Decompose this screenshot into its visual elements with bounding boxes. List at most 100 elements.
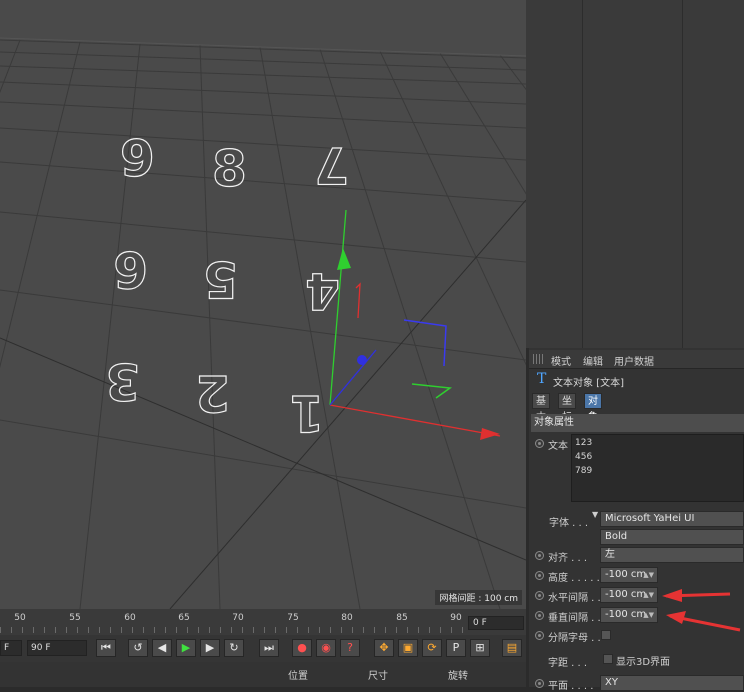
dropdown-arrow-icon[interactable]: ▼ [592, 510, 598, 519]
font-style-field[interactable]: Bold [600, 529, 744, 545]
keyframe-selection-button[interactable]: ? [340, 639, 360, 657]
column-divider [582, 0, 583, 348]
attribute-manager: 模式 编辑 用户数据 T 文本对象 [文本] 基本 坐标 对象 对象属性 文本 … [529, 348, 744, 692]
annotation-arrows [662, 589, 741, 632]
vspace-label: 垂直间隔 . . [548, 613, 601, 624]
menu-edit[interactable]: 编辑 [583, 353, 603, 368]
digit-4: 4 [305, 262, 340, 320]
z-axis-line [329, 349, 377, 406]
next-key-button[interactable]: ↻ [224, 639, 244, 657]
tick-label: 55 [69, 613, 81, 623]
hspace-field[interactable]: -100 cm ▲▼ [600, 587, 658, 603]
spinner-icon[interactable]: ▲▼ [643, 568, 654, 582]
show3d-label: 显示3D界面 [616, 657, 671, 668]
text-anim-radio[interactable] [535, 439, 544, 448]
spinner-icon[interactable]: ▲▼ [643, 608, 654, 622]
y-axis-arrowhead [337, 248, 351, 270]
digit-8: 8 [212, 140, 247, 198]
param-key-button[interactable]: P [446, 639, 466, 657]
tick-label: 90 [450, 613, 462, 623]
rotate-key-button[interactable]: ⟳ [422, 639, 442, 657]
align-anim-radio[interactable] [535, 551, 544, 560]
grid-key-button[interactable]: ⊞ [470, 639, 490, 657]
text-line-2: 456 [575, 452, 593, 462]
tick-label: 70 [232, 613, 244, 623]
height-value: -100 cm [605, 569, 647, 580]
axis-gizmo[interactable] [329, 209, 501, 440]
coord-position-header: 位置 [288, 671, 308, 682]
current-frame-field[interactable]: 0 F [468, 616, 524, 630]
viewport-scene: 9 8 7 6 5 4 3 2 1 [0, 37, 526, 609]
end-frame-field[interactable]: 90 F [27, 640, 87, 656]
kerning-label: 字距 . . . [548, 658, 588, 669]
menu-userdata[interactable]: 用户数据 [614, 353, 654, 368]
x-axis-arrowhead [480, 428, 500, 440]
digit-2: 2 [195, 364, 230, 422]
column-divider [682, 0, 683, 348]
tab-object[interactable]: 对象 [584, 393, 602, 423]
split-checkbox[interactable] [601, 630, 611, 640]
show3d-checkbox[interactable] [603, 654, 613, 664]
section-header: 对象属性 [531, 414, 744, 432]
tab-basic[interactable]: 基本 [532, 393, 550, 423]
plane-select[interactable]: XY [600, 675, 744, 691]
text-object-icon: T [537, 371, 547, 387]
digit-7: 7 [314, 136, 349, 194]
hspace-label: 水平间隔 . . [548, 593, 601, 604]
move-key-button[interactable]: ✥ [374, 639, 394, 657]
text-line-1: 123 [575, 438, 593, 448]
autokey-button[interactable]: ◉ [316, 639, 336, 657]
goto-start-button[interactable]: ⏮ [96, 639, 116, 657]
digit-1: 1 [289, 384, 324, 442]
height-anim-radio[interactable] [535, 571, 544, 580]
start-frame-field[interactable]: F [0, 640, 22, 656]
film-icon[interactable]: ▤ [502, 639, 522, 657]
tick-label: 50 [14, 613, 26, 623]
scale-key-button[interactable]: ▣ [398, 639, 418, 657]
coord-size-header: 尺寸 [368, 671, 388, 682]
ground-grid [0, 37, 526, 609]
align-select[interactable]: 左 [600, 547, 744, 563]
vspace-field[interactable]: -100 cm ▲▼ [600, 607, 658, 623]
text-label: 文本 [548, 441, 568, 452]
object-manager-panel[interactable] [526, 0, 744, 348]
3d-viewport[interactable]: 9 8 7 6 5 4 3 2 1 网格间距 : 100 cm [0, 0, 526, 609]
coord-rotation-header: 旋转 [448, 671, 468, 682]
tick-label: 85 [396, 613, 408, 623]
next-frame-button[interactable]: ▶ [200, 639, 220, 657]
digit-5: 5 [203, 250, 238, 308]
tick-label: 60 [124, 613, 136, 623]
play-button[interactable]: ▶ [176, 639, 196, 657]
align-label: 对齐 . . . [548, 553, 588, 564]
plane-label: 平面 . . . . [548, 681, 594, 692]
font-name-field[interactable]: Microsoft YaHei UI [600, 511, 744, 527]
hspace-anim-radio[interactable] [535, 591, 544, 600]
timeline-ruler[interactable]: 50 55 60 65 70 75 80 85 90 [0, 609, 526, 635]
object-title: 文本对象 [文本] [553, 378, 624, 389]
split-anim-radio[interactable] [535, 631, 544, 640]
height-field[interactable]: -100 cm ▲▼ [600, 567, 658, 583]
rotation-band-blue [403, 319, 447, 367]
vspace-value: -100 cm [605, 609, 647, 620]
grip-icon[interactable] [533, 354, 543, 364]
x-axis-line [329, 404, 501, 437]
goto-end-button[interactable]: ⏭ [259, 639, 279, 657]
font-label: 字体 . . . [549, 518, 589, 529]
digit-9-top: 9 [120, 130, 155, 188]
text-object-outline: 9 8 7 6 5 4 3 2 1 [105, 129, 350, 442]
prev-key-button[interactable]: ↺ [128, 639, 148, 657]
record-button[interactable]: ● [292, 639, 312, 657]
height-label: 高度 . . . . . [548, 573, 600, 584]
menu-mode[interactable]: 模式 [551, 353, 571, 368]
grid-spacing-readout: 网格间距 : 100 cm [435, 590, 522, 605]
spinner-icon[interactable]: ▲▼ [643, 588, 654, 602]
hspace-value: -100 cm [605, 589, 647, 600]
z-axis-handle [357, 355, 367, 365]
prev-frame-button[interactable]: ◀ [152, 639, 172, 657]
text-line-3: 789 [575, 466, 593, 476]
split-label: 分隔字母 . . [548, 633, 601, 644]
vspace-anim-radio[interactable] [535, 611, 544, 620]
coordinate-manager: 位置 尺寸 旋转 [0, 662, 526, 687]
tab-coord[interactable]: 坐标 [558, 393, 576, 423]
text-input[interactable]: 123 456 789 [571, 434, 744, 502]
